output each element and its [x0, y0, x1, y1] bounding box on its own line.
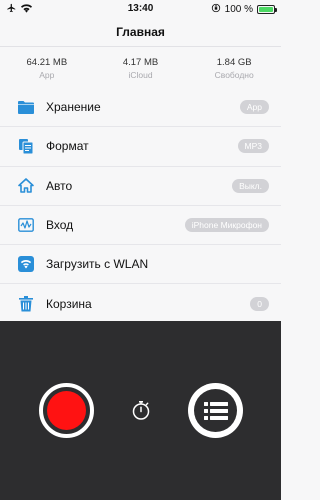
menu-item-label: Авто — [46, 178, 73, 193]
status-bar: 13:40 100 % — [0, 0, 281, 17]
stat-value: 1.84 GB — [216, 57, 252, 68]
page-title: Главная — [116, 25, 165, 39]
menu-item-label: Корзина — [46, 297, 92, 312]
stat-app: 64.21 MB App — [0, 56, 94, 86]
nav-bar: Главная — [0, 17, 281, 47]
status-right: 100 % — [211, 3, 277, 16]
battery-text: 100 % — [224, 4, 253, 15]
menu-item-auto[interactable]: Авто Выкл. — [0, 166, 281, 206]
menu-item-format[interactable]: Формат MP3 — [0, 127, 281, 167]
stat-value: 64.21 MB — [26, 57, 68, 68]
stat-label: App — [39, 70, 55, 80]
menu-item-wlan[interactable]: Загрузить с WLAN — [0, 245, 281, 285]
trash-count-badge: 0 — [250, 297, 269, 312]
stat-free: 1.84 GB Свободно — [187, 56, 281, 86]
record-dot-icon — [47, 391, 86, 430]
home-icon — [18, 178, 34, 194]
stopwatch-icon — [132, 401, 150, 420]
orientation-lock-icon — [211, 3, 221, 16]
auto-badge: Выкл. — [232, 178, 269, 193]
battery-icon — [257, 5, 277, 14]
settings-menu: Хранение App Формат MP3 Авто Выкл. Вход … — [0, 88, 281, 324]
stat-icloud: 4.17 MB iCloud — [94, 56, 188, 86]
timer-button[interactable] — [130, 399, 152, 421]
input-badge: iPhone Микрофон — [184, 218, 269, 233]
stat-label: iCloud — [128, 70, 153, 80]
battery-fill — [259, 7, 273, 12]
format-badge: MP3 — [237, 139, 269, 154]
menu-item-label: Вход — [46, 218, 74, 233]
stat-label: Свободно — [214, 70, 254, 80]
record-button[interactable] — [39, 383, 94, 438]
files-icon — [18, 138, 34, 155]
menu-item-label: Хранение — [46, 100, 101, 115]
menu-item-input[interactable]: Вход iPhone Микрофон — [0, 205, 281, 246]
wifi-icon — [18, 256, 34, 273]
storage-badge: App — [239, 100, 269, 115]
waveform-icon — [18, 217, 34, 233]
recordings-list-button[interactable] — [188, 383, 243, 438]
list-icon — [194, 389, 237, 432]
menu-item-label: Формат — [46, 139, 89, 154]
stat-value: 4.17 MB — [122, 57, 159, 68]
recorder-panel — [0, 321, 281, 500]
menu-item-trash[interactable]: Корзина 0 — [0, 284, 281, 324]
storage-stats: 64.21 MB App 4.17 MB iCloud 1.84 GB Своб… — [0, 56, 281, 86]
trash-icon — [18, 296, 34, 312]
menu-item-storage[interactable]: Хранение App — [0, 88, 281, 128]
menu-item-label: Загрузить с WLAN — [46, 257, 149, 272]
folder-icon — [18, 99, 34, 115]
